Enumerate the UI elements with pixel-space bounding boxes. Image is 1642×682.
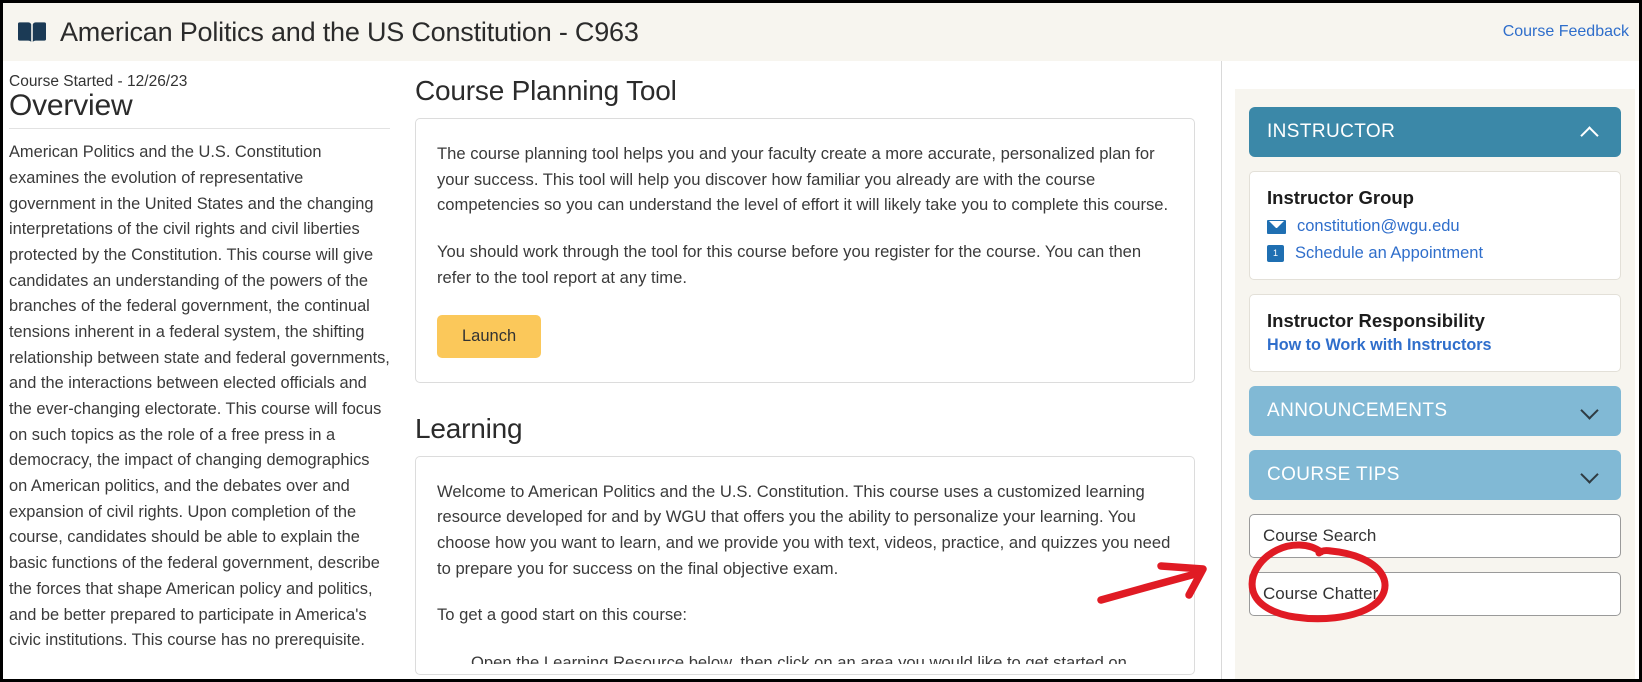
course-chatter-input[interactable] xyxy=(1249,572,1621,616)
learning-heading: Learning xyxy=(415,412,523,444)
course-planning-tool-card: The course planning tool helps you and y… xyxy=(415,118,1195,383)
launch-button[interactable]: Launch xyxy=(437,314,542,358)
instructor-email-link[interactable]: constitution@wgu.edu xyxy=(1297,217,1460,236)
instructor-group-card: Instructor Group constitution@wgu.edu 1 … xyxy=(1249,171,1621,280)
page-title: American Politics and the US Constitutio… xyxy=(60,16,639,47)
open-book-icon xyxy=(17,21,47,45)
accordion-announcements[interactable]: ANNOUNCEMENTS xyxy=(1249,386,1621,436)
main-content-column: Course Planning Tool The course planning… xyxy=(415,61,1215,679)
sidebar-panel: INSTRUCTOR Instructor Group constitution… xyxy=(1235,89,1635,679)
calendar-icon: 1 xyxy=(1267,245,1284,262)
overview-body-text: American Politics and the U.S. Constitut… xyxy=(9,143,390,650)
accordion-announcements-label: ANNOUNCEMENTS xyxy=(1267,400,1448,421)
page-header: American Politics and the US Constitutio… xyxy=(3,3,1639,61)
overview-divider xyxy=(9,128,390,130)
learning-paragraph-1: Welcome to American Politics and the U.S… xyxy=(437,481,1171,578)
chevron-down-icon xyxy=(1582,406,1599,417)
course-search-input[interactable] xyxy=(1249,514,1621,558)
accordion-instructor[interactable]: INSTRUCTOR xyxy=(1249,107,1621,157)
instructor-email-row[interactable]: constitution@wgu.edu xyxy=(1267,217,1603,236)
overview-heading: Overview xyxy=(9,88,133,122)
course-feedback-link[interactable]: Course Feedback xyxy=(1503,23,1629,41)
chevron-up-icon xyxy=(1582,127,1599,138)
envelope-icon xyxy=(1267,219,1286,234)
how-to-work-with-instructors-link[interactable]: How to Work with Instructors xyxy=(1267,336,1603,355)
instructor-responsibility-card: Instructor Responsibility How to Work wi… xyxy=(1249,294,1621,372)
planning-paragraph-1: The course planning tool helps you and y… xyxy=(437,144,1169,215)
course-page: American Politics and the US Constitutio… xyxy=(0,0,1642,682)
instructor-responsibility-title: Instructor Responsibility xyxy=(1267,310,1485,331)
chevron-down-icon xyxy=(1582,470,1599,481)
schedule-appointment-link[interactable]: Schedule an Appointment xyxy=(1295,244,1483,263)
accordion-instructor-label: INSTRUCTOR xyxy=(1267,121,1396,142)
planning-paragraph-2: You should work through the tool for thi… xyxy=(437,242,1142,287)
learning-bullet-partial: Open the Learning Resource below, then c… xyxy=(471,653,1132,665)
column-divider xyxy=(1221,61,1222,679)
learning-card: Welcome to American Politics and the U.S… xyxy=(415,455,1195,676)
accordion-course-tips[interactable]: COURSE TIPS xyxy=(1249,450,1621,500)
learning-paragraph-2: To get a good start on this course: xyxy=(437,605,687,625)
overview-column: Course Started - 12/26/23 Overview Ameri… xyxy=(9,61,395,679)
page-body: Course Started - 12/26/23 Overview Ameri… xyxy=(3,61,1639,679)
schedule-appointment-row[interactable]: 1 Schedule an Appointment xyxy=(1267,244,1603,263)
accordion-course-tips-label: COURSE TIPS xyxy=(1267,464,1400,485)
instructor-group-title: Instructor Group xyxy=(1267,187,1414,208)
course-planning-tool-heading: Course Planning Tool xyxy=(415,75,677,106)
